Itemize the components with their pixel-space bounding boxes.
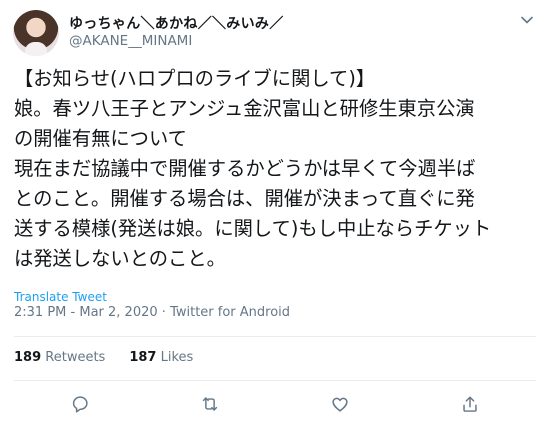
- retweets-count: 189: [14, 350, 42, 365]
- user-handle[interactable]: @AKANE__MINAMI: [69, 33, 192, 49]
- tweet-line: 送する模様(発送は娘。に関して)もし中止ならチケット: [14, 217, 492, 240]
- likes-label: Likes: [160, 350, 194, 365]
- avatar[interactable]: [13, 10, 59, 56]
- meta-separator: ·: [161, 305, 166, 320]
- tweet-text: 【お知らせ(ハロプロのライブに関して)】娘。春ツ八王子とアンジュ金沢富山と研修生…: [14, 64, 544, 274]
- divider: [14, 380, 536, 381]
- translate-tweet-link[interactable]: Translate Tweet: [14, 290, 107, 304]
- tweet-line: は発送しないとのこと。: [14, 247, 226, 270]
- divider: [14, 336, 536, 337]
- retweets-stat[interactable]: 189 Retweets: [14, 350, 105, 365]
- like-icon[interactable]: [329, 393, 351, 415]
- retweets-label: Retweets: [45, 350, 106, 365]
- share-icon[interactable]: [459, 393, 481, 415]
- tweet-source[interactable]: Twitter for Android: [170, 305, 290, 320]
- tweet-date[interactable]: Mar 2, 2020: [79, 305, 157, 320]
- display-name[interactable]: ゆっちゃん＼あかね／＼みいみ／: [69, 13, 284, 33]
- reply-icon[interactable]: [69, 393, 91, 415]
- tweet-stats: 189 Retweets 187 Likes: [14, 350, 193, 365]
- tweet-line: 【お知らせ(ハロプロのライブに関して)】: [14, 67, 376, 90]
- tweet-line: 娘。春ツ八王子とアンジュ金沢富山と研修生東京公演: [14, 97, 475, 120]
- tweet-line: の開催有無について: [14, 127, 187, 150]
- tweet-time[interactable]: 2:31 PM: [14, 305, 66, 320]
- likes-stat[interactable]: 187 Likes: [129, 350, 193, 365]
- retweet-icon[interactable]: [199, 393, 221, 415]
- tweet-meta: 2:31 PM - Mar 2, 2020 · Twitter for Andr…: [14, 305, 291, 320]
- tweet-line: 現在まだ協議中で開催するかどうかは早くて今週半ば: [14, 157, 476, 180]
- tweet-line: とのこと。開催する場合は、開催が決まって直ぐに発: [14, 187, 475, 210]
- likes-count: 187: [129, 350, 157, 365]
- chevron-down-icon[interactable]: [520, 12, 534, 26]
